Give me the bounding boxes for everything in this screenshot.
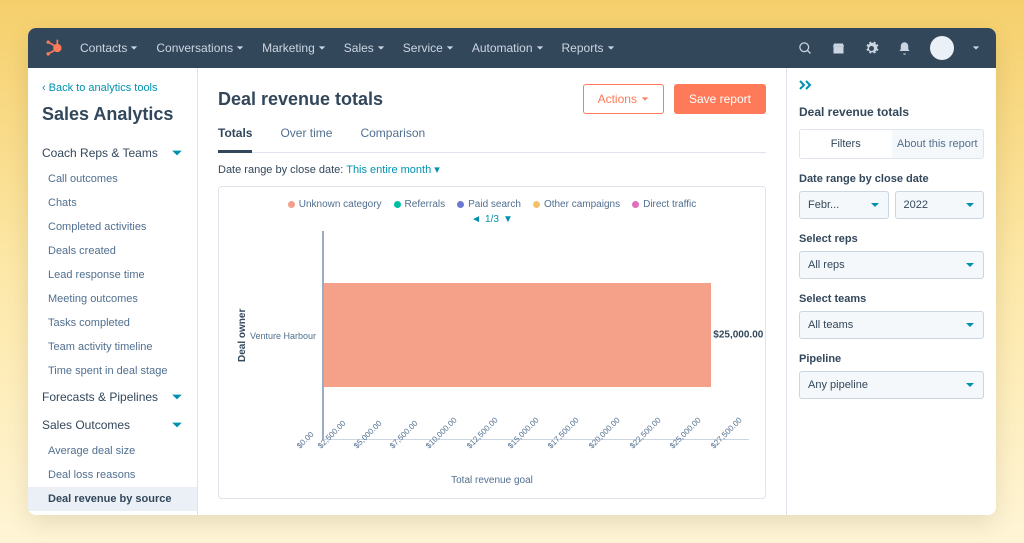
save-report-button[interactable]: Save report: [674, 84, 766, 114]
filter-label: Select teams: [799, 293, 984, 305]
gear-icon[interactable]: [864, 41, 879, 56]
sidebar-item[interactable]: Deal velocity: [28, 511, 197, 515]
search-icon[interactable]: [798, 41, 813, 56]
date-range-value[interactable]: This entire month ▾: [346, 164, 440, 176]
tab-over-time[interactable]: Over time: [280, 126, 332, 152]
nav-automation[interactable]: Automation: [472, 41, 544, 55]
filter-select[interactable]: All reps: [799, 251, 984, 279]
main-header: Deal revenue totals Actions Save report: [218, 84, 766, 114]
bell-icon[interactable]: [897, 41, 912, 56]
panel-tabs: FiltersAbout this report: [799, 129, 984, 159]
actions-button[interactable]: Actions: [583, 84, 664, 114]
app-window: Contacts Conversations Marketing Sales S…: [28, 28, 996, 515]
filter-panel: Deal revenue totals FiltersAbout this re…: [786, 68, 996, 515]
panel-title: Deal revenue totals: [799, 105, 984, 119]
sidebar-item[interactable]: Meeting outcomes: [28, 287, 197, 311]
nav-reports[interactable]: Reports: [562, 41, 615, 55]
filter-select[interactable]: Febr...: [799, 191, 889, 219]
sidebar-section-0[interactable]: Coach Reps & Teams: [28, 139, 197, 167]
app-body: ‹ Back to analytics tools Sales Analytic…: [28, 68, 996, 515]
legend-item[interactable]: Unknown category: [288, 199, 382, 210]
legend-item[interactable]: Paid search: [457, 199, 521, 210]
main-content: Deal revenue totals Actions Save report …: [198, 68, 786, 515]
sidebar-section-2[interactable]: Sales Outcomes: [28, 411, 197, 439]
legend-item[interactable]: Referrals: [394, 199, 446, 210]
hubspot-logo-icon: [44, 38, 64, 58]
y-axis-ticks: Venture Harbour: [250, 231, 322, 440]
collapse-panel-icon[interactable]: [799, 80, 984, 93]
chevron-down-icon[interactable]: [972, 44, 980, 52]
back-link-label: Back to analytics tools: [49, 82, 158, 94]
nav-conversations[interactable]: Conversations: [156, 41, 244, 55]
filter-select[interactable]: 2022: [895, 191, 985, 219]
date-range-filter: Date range by close date: This entire mo…: [218, 163, 766, 176]
bar-unknown-category[interactable]: [324, 283, 711, 387]
filter-label: Select reps: [799, 233, 984, 245]
sidebar-item[interactable]: Completed activities: [28, 215, 197, 239]
topbar-actions: [798, 36, 980, 60]
sidebar-item[interactable]: Team activity timeline: [28, 335, 197, 359]
sidebar-item[interactable]: Deal loss reasons: [28, 463, 197, 487]
legend-item[interactable]: Other campaigns: [533, 199, 620, 210]
plot-area: $25,000.00: [322, 231, 749, 440]
marketplace-icon[interactable]: [831, 41, 846, 56]
top-nav-menu: Contacts Conversations Marketing Sales S…: [80, 41, 615, 55]
x-axis-label: Total revenue goal: [235, 475, 749, 486]
report-tabs: Totals Over time Comparison: [218, 126, 766, 153]
filter-select[interactable]: All teams: [799, 311, 984, 339]
sidebar-item[interactable]: Deal revenue by source: [28, 487, 197, 511]
filter-label: Date range by close date: [799, 173, 984, 185]
filter-label: Pipeline: [799, 353, 984, 365]
nav-marketing[interactable]: Marketing: [262, 41, 326, 55]
sidebar-item[interactable]: Call outcomes: [28, 167, 197, 191]
chart-plot: Deal owner Venture Harbour $25,000.00: [235, 231, 749, 440]
report-title: Deal revenue totals: [218, 89, 383, 110]
filter-select[interactable]: Any pipeline: [799, 371, 984, 399]
sidebar-item[interactable]: Lead response time: [28, 263, 197, 287]
x-axis-ticks: $0.00$2,500.00$5,000.00$7,500.00$10,000.…: [235, 444, 749, 453]
chart-container: Unknown category Referrals Paid search Othe…: [218, 186, 766, 499]
top-navbar: Contacts Conversations Marketing Sales S…: [28, 28, 996, 68]
tab-totals[interactable]: Totals: [218, 126, 252, 153]
chart-legend: Unknown category Referrals Paid search Othe…: [235, 199, 749, 210]
nav-service[interactable]: Service: [403, 41, 454, 55]
tab-comparison[interactable]: Comparison: [360, 126, 425, 152]
bar-value-label: $25,000.00: [713, 330, 763, 341]
panel-tab-0[interactable]: Filters: [800, 130, 892, 158]
back-link[interactable]: ‹ Back to analytics tools: [28, 82, 197, 104]
sidebar-item[interactable]: Time spent in deal stage: [28, 359, 197, 383]
y-axis-label: Deal owner: [235, 231, 250, 440]
sidebar: ‹ Back to analytics tools Sales Analytic…: [28, 68, 198, 515]
legend-pager[interactable]: ◄ 1/3 ▼: [235, 214, 749, 225]
sidebar-item[interactable]: Deals created: [28, 239, 197, 263]
nav-sales[interactable]: Sales: [344, 41, 385, 55]
legend-item[interactable]: Direct traffic: [632, 199, 696, 210]
avatar[interactable]: [930, 36, 954, 60]
nav-contacts[interactable]: Contacts: [80, 41, 138, 55]
sidebar-item[interactable]: Tasks completed: [28, 311, 197, 335]
sidebar-title: Sales Analytics: [28, 104, 197, 139]
sidebar-item[interactable]: Chats: [28, 191, 197, 215]
panel-tab-1[interactable]: About this report: [892, 130, 984, 158]
sidebar-item[interactable]: Average deal size: [28, 439, 197, 463]
sidebar-section-1[interactable]: Forecasts & Pipelines: [28, 383, 197, 411]
